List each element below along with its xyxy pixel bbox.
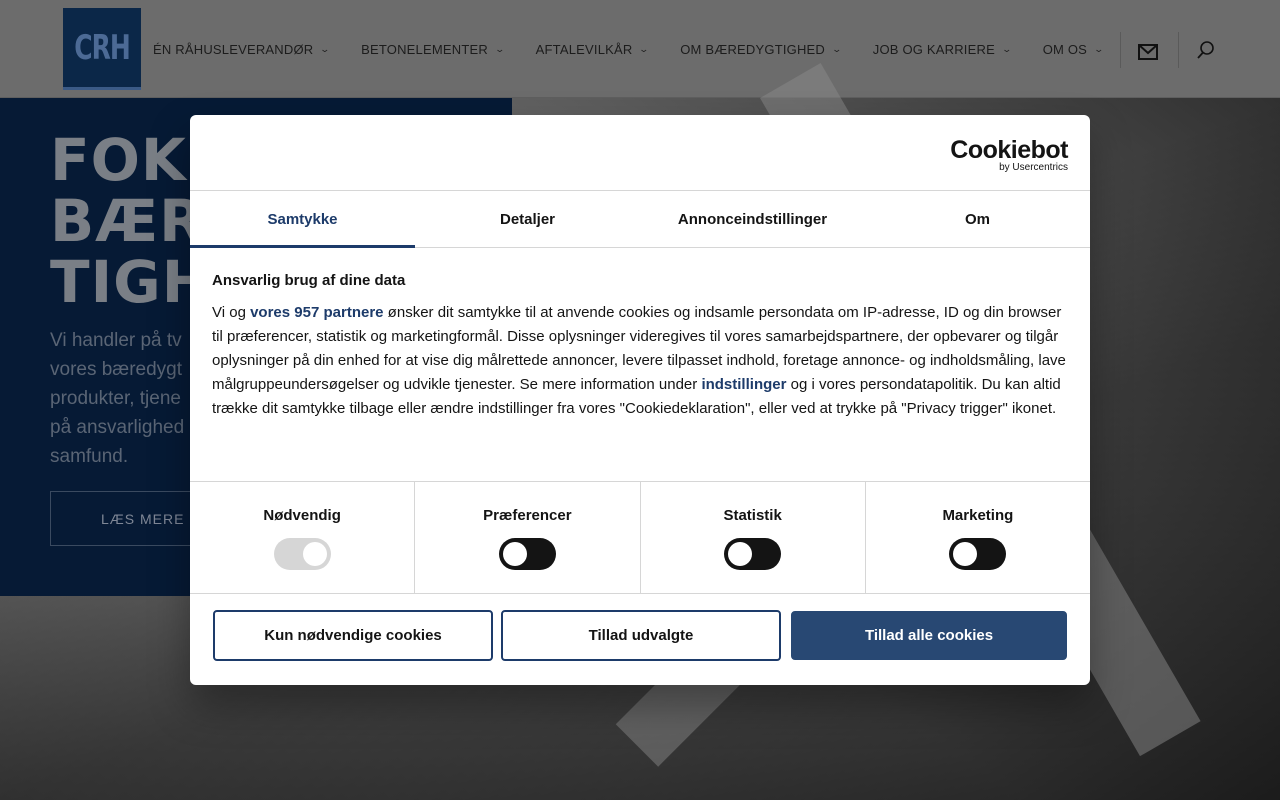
consent-heading: Ansvarlig brug af dine data	[212, 272, 406, 289]
toggle-knob	[953, 542, 978, 566]
chevron-down-icon: ⌄	[319, 43, 331, 54]
tab-detaljer[interactable]: Detaljer	[415, 191, 640, 247]
main-nav: ÉN RÅHUSLEVERANDØR ⌄ BETONELEMENTER ⌄ AF…	[153, 0, 1135, 98]
dialog-tabs: Samtykke Detaljer Annonceindstillinger O…	[190, 191, 1090, 248]
category-marketing: Marketing	[866, 482, 1090, 593]
category-label: Nødvendig	[263, 507, 341, 524]
necessary-toggle	[273, 538, 331, 570]
preferences-toggle[interactable]	[498, 538, 556, 570]
chevron-down-icon: ⌄	[1093, 43, 1105, 54]
consent-body[interactable]: Ansvarlig brug af dine data Vi og vores …	[190, 248, 1090, 481]
category-label: Statistik	[723, 507, 782, 524]
nav-divider	[1120, 32, 1121, 68]
category-label: Præferencer	[483, 507, 572, 524]
logo-text: CRH	[74, 27, 131, 68]
toggle-knob	[302, 542, 327, 566]
search-icon[interactable]	[1196, 40, 1216, 60]
nav-item-betonelementer[interactable]: BETONELEMENTER ⌄	[361, 0, 506, 98]
scroll-fade	[190, 441, 1090, 481]
consent-categories: Nødvendig Præferencer Statistik Marketin…	[190, 481, 1090, 594]
consent-text: Vi og vores 957 partnere ønsker dit samt…	[212, 301, 1068, 421]
hero-title-line: FOK	[50, 126, 187, 194]
tab-samtykke[interactable]: Samtykke	[190, 191, 415, 248]
partners-link[interactable]: vores 957 partnere	[250, 304, 383, 321]
nav-item-job-karriere[interactable]: JOB OG KARRIERE ⌄	[872, 0, 1013, 98]
site-header: CRH ÉN RÅHUSLEVERANDØR ⌄ BETONELEMENTER …	[0, 0, 1280, 98]
category-noedvendig: Nødvendig	[190, 482, 416, 593]
hero-title-line: TIGH	[50, 248, 212, 316]
nav-divider	[1178, 32, 1179, 68]
nav-item-label: OM BÆREDYGTIGHED	[680, 41, 825, 57]
chevron-down-icon: ⌄	[638, 43, 650, 54]
chevron-down-icon: ⌄	[1001, 43, 1013, 54]
crh-logo[interactable]: CRH	[63, 8, 141, 90]
toggle-knob	[728, 542, 753, 566]
nav-item-raahusleverandoer[interactable]: ÉN RÅHUSLEVERANDØR ⌄	[153, 0, 331, 98]
nav-item-label: BETONELEMENTER	[361, 41, 488, 57]
nav-item-label: AFTALEVILKÅR	[535, 41, 633, 57]
chevron-down-icon: ⌄	[494, 43, 506, 54]
tab-om[interactable]: Om	[865, 191, 1090, 247]
hero-title: FOK BÆR TIGH	[50, 130, 211, 313]
hero-title-line: BÆR	[50, 187, 205, 255]
consent-text-part: Vi og	[212, 304, 251, 321]
cookiebot-subtitle: by Usercentrics	[999, 162, 1068, 173]
settings-link[interactable]: indstillinger	[701, 376, 786, 393]
cookie-consent-dialog: Cookiebot by Usercentrics Samtykke Detal…	[190, 115, 1090, 685]
marketing-toggle[interactable]	[949, 538, 1007, 570]
nav-item-label: JOB OG KARRIERE	[872, 41, 995, 57]
category-statistik: Statistik	[641, 482, 866, 593]
toggle-knob	[502, 542, 527, 566]
nav-item-label: ÉN RÅHUSLEVERANDØR	[153, 41, 314, 57]
statistics-toggle[interactable]	[724, 538, 782, 570]
allow-all-button[interactable]: Tillad alle cookies	[791, 611, 1067, 660]
nav-item-aftalevilkaar[interactable]: AFTALEVILKÅR ⌄	[535, 0, 650, 98]
nav-item-label: OM OS	[1042, 41, 1088, 57]
dialog-header: Cookiebot by Usercentrics	[190, 115, 1090, 191]
category-label: Marketing	[942, 507, 1014, 524]
category-praeferencer: Præferencer	[415, 482, 641, 593]
allow-selected-button[interactable]: Tillad udvalgte	[501, 610, 781, 661]
cookiebot-brand: Cookiebot	[950, 136, 1068, 164]
consent-buttons: Kun nødvendige cookies Tillad udvalgte T…	[190, 594, 1090, 661]
cookiebot-logo[interactable]: Cookiebot by Usercentrics	[950, 137, 1068, 173]
chevron-down-icon: ⌄	[831, 43, 843, 54]
tab-annonceindstillinger[interactable]: Annonceindstillinger	[640, 191, 865, 247]
necessary-only-button[interactable]: Kun nødvendige cookies	[213, 610, 493, 661]
nav-item-om-os[interactable]: OM OS ⌄	[1042, 0, 1105, 98]
mail-icon[interactable]	[1138, 44, 1158, 60]
